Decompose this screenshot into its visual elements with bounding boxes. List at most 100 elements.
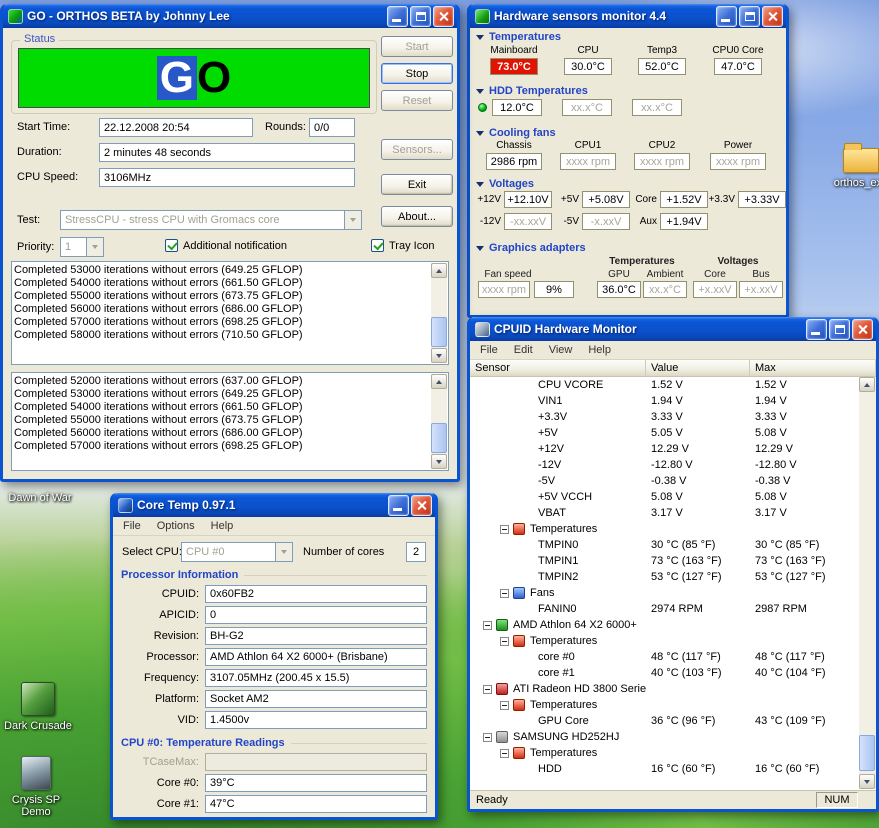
scroll-up-button[interactable] <box>431 263 447 278</box>
hdd-temperatures-section-header[interactable]: HDD Temperatures <box>476 85 588 97</box>
orthos-button[interactable]: Reset <box>381 90 453 111</box>
orthos-button[interactable]: Stop <box>381 63 453 84</box>
tree-collapse-icon[interactable] <box>500 637 509 646</box>
additional-notification-checkbox[interactable]: Additional notification <box>165 239 287 252</box>
scroll-down-button[interactable] <box>431 348 447 363</box>
test-dropdown[interactable]: StressCPU - stress CPU with Gromacs core <box>60 210 362 230</box>
maximize-button[interactable] <box>829 319 850 340</box>
menu-item[interactable]: View <box>541 342 581 358</box>
tree-collapse-icon[interactable] <box>500 701 509 710</box>
checkbox-checked-icon[interactable] <box>165 239 178 252</box>
scroll-thumb[interactable] <box>431 423 447 453</box>
tree-collapse-icon[interactable] <box>483 685 492 694</box>
tree-collapse-icon[interactable] <box>483 733 492 742</box>
table-scrollbar[interactable] <box>859 377 876 789</box>
field-value[interactable] <box>205 753 427 771</box>
desktop-icon-dawn-of-war[interactable]: Dawn of War <box>2 492 78 504</box>
sensor-row[interactable]: Temperatures <box>470 633 859 649</box>
maximize-button[interactable] <box>410 6 431 27</box>
orthos-button[interactable]: Sensors... <box>381 139 453 160</box>
column-header-max[interactable]: Max <box>750 360 876 376</box>
sensor-row[interactable]: Fans <box>470 585 859 601</box>
orthos-button[interactable]: Exit <box>381 174 453 195</box>
sensor-row[interactable]: +5V VCCH 5.08 V 5.08 V <box>470 489 859 505</box>
tree-collapse-icon[interactable] <box>483 621 492 630</box>
menu-item[interactable]: File <box>115 518 149 534</box>
priority-dropdown[interactable]: 1 <box>60 237 104 257</box>
maximize-button[interactable] <box>739 6 760 27</box>
sensor-row[interactable]: core #0 48 °C (117 °F) 48 °C (117 °F) <box>470 649 859 665</box>
sensor-row[interactable]: +3.3V 3.33 V 3.33 V <box>470 409 859 425</box>
desktop-icon-orthos-exe[interactable]: orthos_exe <box>830 148 879 189</box>
temperatures-section-header[interactable]: Temperatures <box>476 31 561 43</box>
menu-item[interactable]: Edit <box>506 342 541 358</box>
field-value[interactable]: Socket AM2 <box>205 690 427 708</box>
menu-item[interactable]: Help <box>580 342 619 358</box>
scroll-up-button[interactable] <box>431 374 447 389</box>
scroll-thumb[interactable] <box>431 317 447 347</box>
sensor-row[interactable]: ATI Radeon HD 3800 Series <box>470 681 859 697</box>
select-cpu-dropdown[interactable]: CPU #0 <box>181 542 293 562</box>
close-button[interactable] <box>762 6 783 27</box>
sensor-row[interactable]: TMPIN0 30 °C (85 °F) 30 °C (85 °F) <box>470 537 859 553</box>
chevron-down-icon[interactable] <box>86 238 103 256</box>
voltages-section-header[interactable]: Voltages <box>476 178 534 190</box>
scroll-down-button[interactable] <box>859 774 875 789</box>
sensor-row[interactable]: -5V -0.38 V -0.38 V <box>470 473 859 489</box>
menu-item[interactable]: Help <box>203 518 242 534</box>
orthos-button[interactable]: Start <box>381 36 453 57</box>
duration-field[interactable]: 2 minutes 48 seconds <box>99 143 355 162</box>
sensor-row[interactable]: VBAT 3.17 V 3.17 V <box>470 505 859 521</box>
sensor-row[interactable]: +12V 12.29 V 12.29 V <box>470 441 859 457</box>
field-value[interactable]: 39°C <box>205 774 427 792</box>
sensor-row[interactable]: VIN1 1.94 V 1.94 V <box>470 393 859 409</box>
field-value[interactable]: 0x60FB2 <box>205 585 427 603</box>
field-value[interactable]: 47°C <box>205 795 427 813</box>
hsm-titlebar[interactable]: Hardware sensors monitor 4.4 <box>470 4 786 28</box>
scroll-up-button[interactable] <box>859 377 875 392</box>
minimize-button[interactable] <box>388 495 409 516</box>
field-value[interactable]: BH-G2 <box>205 627 427 645</box>
tray-icon-checkbox[interactable]: Tray Icon <box>371 239 434 252</box>
tree-collapse-icon[interactable] <box>500 749 509 758</box>
coretemp-titlebar[interactable]: Core Temp 0.97.1 <box>113 493 435 517</box>
sensor-row[interactable]: Temperatures <box>470 697 859 713</box>
checkbox-checked-icon[interactable] <box>371 239 384 252</box>
sensor-row[interactable]: SAMSUNG HD252HJ <box>470 729 859 745</box>
sensor-row[interactable]: Temperatures <box>470 745 859 761</box>
close-button[interactable] <box>433 6 454 27</box>
cpu-speed-field[interactable]: 3106MHz <box>99 168 355 187</box>
sensor-row[interactable]: TMPIN1 73 °C (163 °F) 73 °C (163 °F) <box>470 553 859 569</box>
sensor-row[interactable]: core #1 40 °C (103 °F) 40 °C (104 °F) <box>470 665 859 681</box>
desktop-icon-dark-crusade[interactable]: Dark Crusade <box>0 682 76 732</box>
sensor-row[interactable]: +5V 5.05 V 5.08 V <box>470 425 859 441</box>
graphics-adapters-section-header[interactable]: Graphics adapters <box>476 242 586 254</box>
column-header-value[interactable]: Value <box>646 360 750 376</box>
column-header-sensor[interactable]: Sensor <box>470 360 646 376</box>
sensor-row[interactable]: FANIN0 2974 RPM 2987 RPM <box>470 601 859 617</box>
close-button[interactable] <box>852 319 873 340</box>
hwmonitor-titlebar[interactable]: CPUID Hardware Monitor <box>470 317 876 341</box>
orthos-button[interactable]: About... <box>381 206 453 227</box>
tree-collapse-icon[interactable] <box>500 525 509 534</box>
sensor-row[interactable]: GPU Core 36 °C (96 °F) 43 °C (109 °F) <box>470 713 859 729</box>
start-time-field[interactable]: 22.12.2008 20:54 <box>99 118 253 137</box>
sensor-row[interactable]: -12V -12.80 V -12.80 V <box>470 457 859 473</box>
sensor-row[interactable]: TMPIN2 53 °C (127 °F) 53 °C (127 °F) <box>470 569 859 585</box>
log-scrollbar[interactable] <box>431 263 447 363</box>
field-value[interactable]: 1.4500v <box>205 711 427 729</box>
field-value[interactable]: 3107.05MHz (200.45 x 15.5) <box>205 669 427 687</box>
sensor-row[interactable]: Temperatures <box>470 521 859 537</box>
cooling-fans-section-header[interactable]: Cooling fans <box>476 127 556 139</box>
number-of-cores-field[interactable]: 2 <box>406 542 426 562</box>
sensor-row[interactable]: CPU VCORE 1.52 V 1.52 V <box>470 377 859 393</box>
tree-collapse-icon[interactable] <box>500 589 509 598</box>
field-value[interactable]: 0 <box>205 606 427 624</box>
sensor-row[interactable]: HDD 16 °C (60 °F) 16 °C (60 °F) <box>470 761 859 777</box>
minimize-button[interactable] <box>716 6 737 27</box>
scroll-thumb[interactable] <box>859 735 875 771</box>
orthos-log-previous[interactable]: Completed 52000 iterations without error… <box>11 372 449 471</box>
orthos-log-current[interactable]: Completed 53000 iterations without error… <box>11 261 449 365</box>
minimize-button[interactable] <box>387 6 408 27</box>
desktop-icon-crysis-sp-demo[interactable]: Crysis SP Demo <box>5 756 67 818</box>
